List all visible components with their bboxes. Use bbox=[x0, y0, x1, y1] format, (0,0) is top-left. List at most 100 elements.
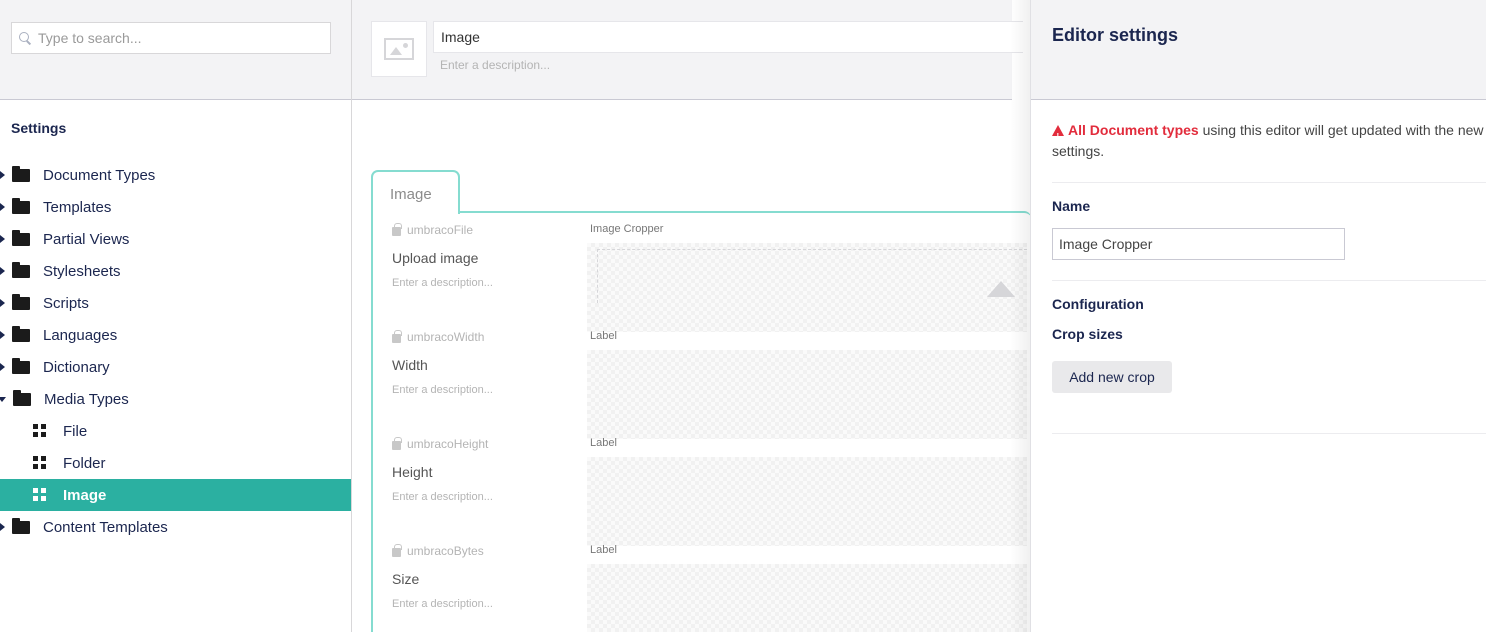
sidebar-header bbox=[0, 0, 351, 100]
tree-item-file[interactable]: File bbox=[0, 415, 351, 447]
warning-strong-text: All Document types bbox=[1068, 122, 1199, 138]
divider bbox=[1052, 182, 1486, 183]
tree-item-dictionary[interactable]: Dictionary bbox=[0, 351, 351, 383]
tree-item-label: Partial Views bbox=[43, 230, 130, 248]
caret-right-icon[interactable] bbox=[0, 203, 5, 211]
image-cropper-preview bbox=[587, 243, 1027, 332]
tree-item-document-types[interactable]: Document Types bbox=[0, 159, 351, 191]
panel-shadow bbox=[1010, 0, 1030, 632]
settings-tree: Document Types Templates Partial Views S… bbox=[0, 159, 351, 543]
folder-icon bbox=[13, 389, 31, 406]
media-type-icon bbox=[33, 424, 47, 438]
update-warning: All Document types using this editor wil… bbox=[1052, 120, 1484, 162]
property-description: Enter a description... bbox=[392, 598, 493, 610]
editor-settings-panel: Editor settings All Document types using… bbox=[1030, 0, 1486, 632]
folder-icon bbox=[12, 517, 30, 534]
upload-dropzone bbox=[597, 249, 1027, 303]
search-icon bbox=[18, 31, 32, 45]
alias-text: umbracoBytes bbox=[407, 544, 484, 558]
property-editor-name: Label bbox=[590, 437, 617, 449]
property-label: Height bbox=[392, 464, 433, 480]
lock-icon bbox=[392, 329, 402, 343]
editor-name-field[interactable] bbox=[1052, 228, 1345, 260]
caret-right-icon[interactable] bbox=[0, 267, 5, 275]
tree-item-label: Dictionary bbox=[43, 358, 110, 376]
tree-item-image[interactable]: Image bbox=[0, 479, 351, 511]
tree-item-scripts[interactable]: Scripts bbox=[0, 287, 351, 319]
media-type-icon bbox=[33, 488, 47, 502]
type-icon-picker[interactable] bbox=[371, 21, 427, 77]
section-title: Settings bbox=[11, 120, 67, 136]
tree-item-stylesheets[interactable]: Stylesheets bbox=[0, 255, 351, 287]
tree-item-languages[interactable]: Languages bbox=[0, 319, 351, 351]
tree-item-label: Languages bbox=[43, 326, 118, 344]
panel-header: Editor settings bbox=[1031, 0, 1486, 100]
folder-icon bbox=[12, 357, 30, 374]
alias-text: umbracoWidth bbox=[407, 330, 485, 344]
tree-item-label: Templates bbox=[43, 198, 112, 216]
warning-icon bbox=[1052, 125, 1064, 147]
property-label: Width bbox=[392, 357, 428, 373]
divider bbox=[1052, 280, 1486, 281]
tree-item-label: Document Types bbox=[43, 166, 156, 184]
name-label: Name bbox=[1052, 198, 1091, 214]
property-alias: umbracoWidth bbox=[392, 329, 485, 344]
property-description: Enter a description... bbox=[392, 491, 493, 503]
tree-item-label: Image bbox=[63, 486, 107, 504]
alias-text: umbracoFile bbox=[407, 223, 474, 237]
property-editor-name: Image Cropper bbox=[590, 223, 664, 235]
tree-item-label: Media Types bbox=[44, 390, 129, 408]
caret-right-icon[interactable] bbox=[0, 299, 5, 307]
search-input[interactable] bbox=[38, 30, 318, 46]
caret-down-icon[interactable] bbox=[0, 396, 6, 402]
media-type-icon bbox=[33, 456, 47, 470]
editor-header: Image Enter a description... bbox=[352, 0, 1023, 100]
main-editor: Image Enter a description... Image umbra… bbox=[352, 0, 1031, 632]
search-box[interactable] bbox=[11, 22, 331, 54]
caret-right-icon[interactable] bbox=[0, 523, 5, 531]
panel-title: Editor settings bbox=[1052, 25, 1179, 45]
alias-text: umbracoHeight bbox=[407, 437, 489, 451]
folder-icon bbox=[12, 229, 30, 246]
tab-image[interactable]: Image bbox=[371, 170, 460, 214]
property-group: umbracoFile Upload image Enter a descrip… bbox=[371, 211, 1031, 632]
property-alias: umbracoHeight bbox=[392, 436, 489, 451]
folder-icon bbox=[12, 197, 30, 214]
configuration-label: Configuration bbox=[1052, 296, 1144, 312]
property-editor-name: Label bbox=[590, 544, 617, 556]
tree-item-media-types[interactable]: Media Types bbox=[0, 383, 351, 415]
tree-item-label: Content Templates bbox=[43, 518, 168, 536]
folder-icon bbox=[12, 165, 30, 182]
crop-sizes-label: Crop sizes bbox=[1052, 326, 1123, 342]
tree-item-label: Stylesheets bbox=[43, 262, 121, 280]
caret-right-icon[interactable] bbox=[0, 331, 5, 339]
tree-item-partial-views[interactable]: Partial Views bbox=[0, 223, 351, 255]
sidebar: Settings Document Types Templates Partia… bbox=[0, 0, 352, 632]
label-preview bbox=[587, 457, 1027, 546]
lock-icon bbox=[392, 222, 402, 236]
caret-right-icon[interactable] bbox=[0, 171, 5, 179]
folder-icon bbox=[12, 325, 30, 342]
property-label: Upload image bbox=[392, 250, 479, 266]
tree-item-label: Scripts bbox=[43, 294, 89, 312]
lock-icon bbox=[392, 436, 402, 450]
tree-item-content-templates[interactable]: Content Templates bbox=[0, 511, 351, 543]
media-type-name-input[interactable]: Image bbox=[433, 21, 1023, 53]
add-new-crop-button[interactable]: Add new crop bbox=[1052, 361, 1172, 393]
image-icon bbox=[384, 38, 414, 60]
property-description: Enter a description... bbox=[392, 384, 493, 396]
label-preview bbox=[587, 350, 1027, 439]
label-preview bbox=[587, 564, 1027, 632]
property-editor-name: Label bbox=[590, 330, 617, 342]
media-type-description-input[interactable]: Enter a description... bbox=[440, 58, 550, 72]
caret-right-icon[interactable] bbox=[0, 235, 5, 243]
property-alias: umbracoBytes bbox=[392, 543, 484, 558]
tree-item-templates[interactable]: Templates bbox=[0, 191, 351, 223]
caret-right-icon[interactable] bbox=[0, 363, 5, 371]
property-label: Size bbox=[392, 571, 420, 587]
tree-item-label: Folder bbox=[63, 454, 106, 472]
tree-item-folder[interactable]: Folder bbox=[0, 447, 351, 479]
property-alias: umbracoFile bbox=[392, 222, 474, 237]
folder-icon bbox=[12, 261, 30, 278]
folder-icon bbox=[12, 293, 30, 310]
